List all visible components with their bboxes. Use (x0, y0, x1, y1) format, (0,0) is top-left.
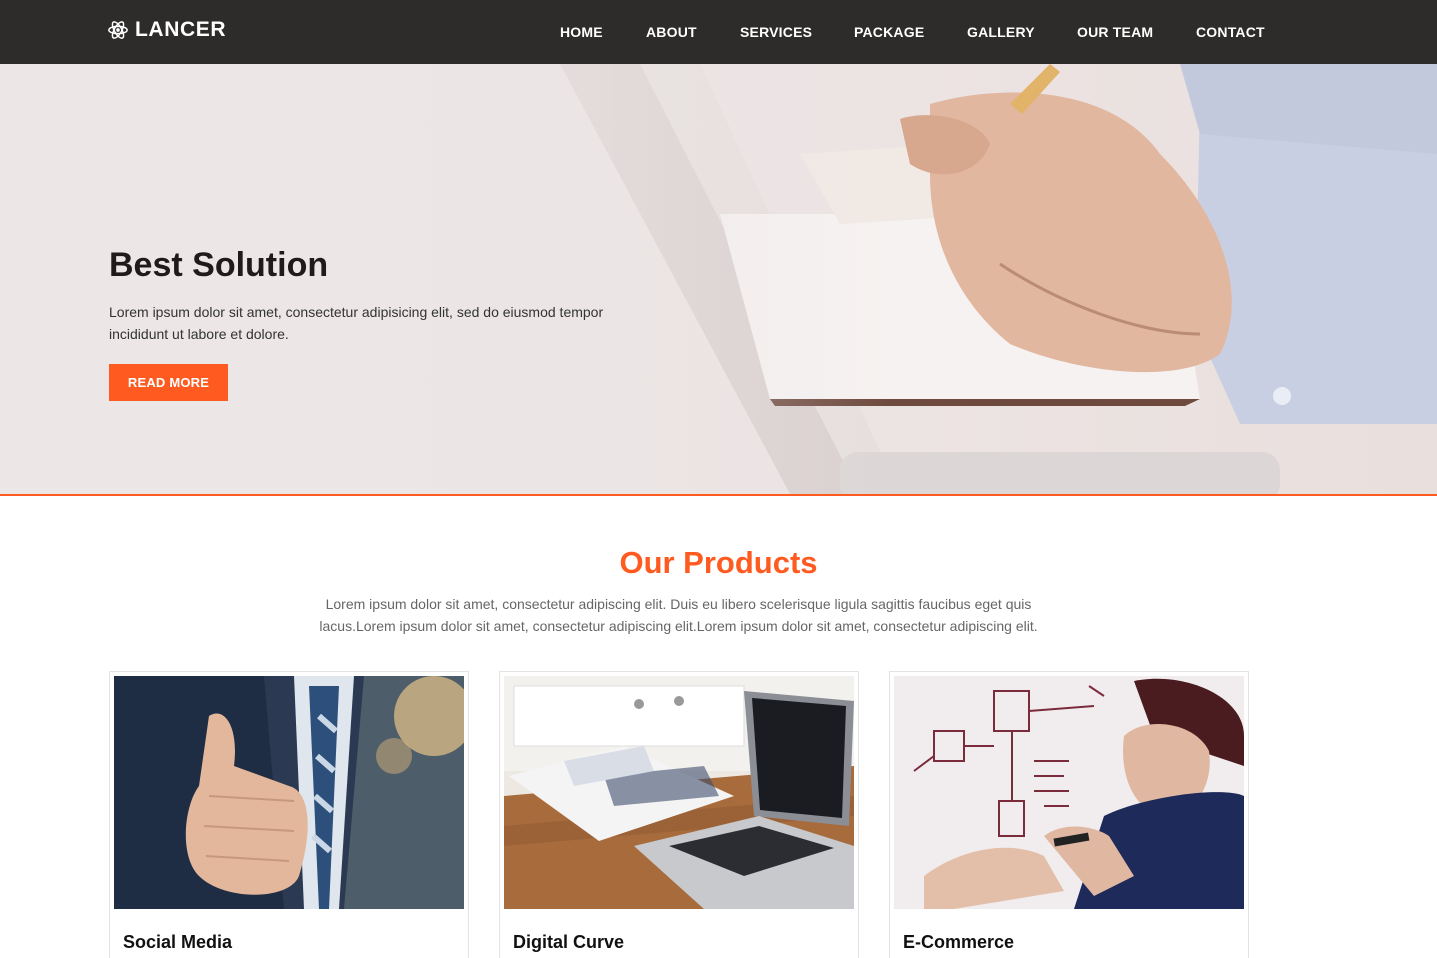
read-more-button[interactable]: READ MORE (109, 364, 228, 401)
product-image (894, 676, 1244, 909)
nav-package[interactable]: PACKAGE (854, 24, 924, 40)
hero-divider (0, 494, 1437, 496)
nav-contact[interactable]: CONTACT (1196, 24, 1265, 40)
hero-title: Best Solution (109, 246, 329, 284)
whiteboard-photo (894, 676, 1244, 909)
products-title: Our Products (619, 545, 818, 580)
top-navbar: LANCER HOME ABOUT SERVICES PACKAGE GALLE… (0, 0, 1437, 64)
nav-gallery[interactable]: GALLERY (967, 24, 1035, 40)
nav-services[interactable]: SERVICES (740, 24, 812, 40)
product-card-digital-curve[interactable]: Digital Curve (499, 671, 859, 958)
nav-our-team[interactable]: OUR TEAM (1077, 24, 1153, 40)
product-image (114, 676, 464, 909)
hero-banner: Best Solution Lorem ipsum dolor sit amet… (0, 64, 1437, 494)
product-card-title: Social Media (123, 932, 233, 952)
product-image (504, 676, 854, 909)
product-card-title: Digital Curve (513, 932, 625, 952)
thumbs-up-photo (114, 676, 464, 909)
product-card-social-media[interactable]: Social Media (109, 671, 469, 958)
nav-about[interactable]: ABOUT (646, 24, 697, 40)
nav-home[interactable]: HOME (560, 24, 603, 40)
products-description: Lorem ipsum dolor sit amet, consectetur … (319, 596, 1038, 634)
hero-text: Lorem ipsum dolor sit amet, consectetur … (109, 304, 604, 342)
laptop-desk-photo (504, 676, 854, 909)
main-nav: HOME ABOUT SERVICES PACKAGE GALLERY OUR … (0, 24, 1437, 42)
product-card-title: E-Commerce (903, 932, 1015, 952)
product-card-e-commerce[interactable]: E-Commerce (889, 671, 1249, 958)
